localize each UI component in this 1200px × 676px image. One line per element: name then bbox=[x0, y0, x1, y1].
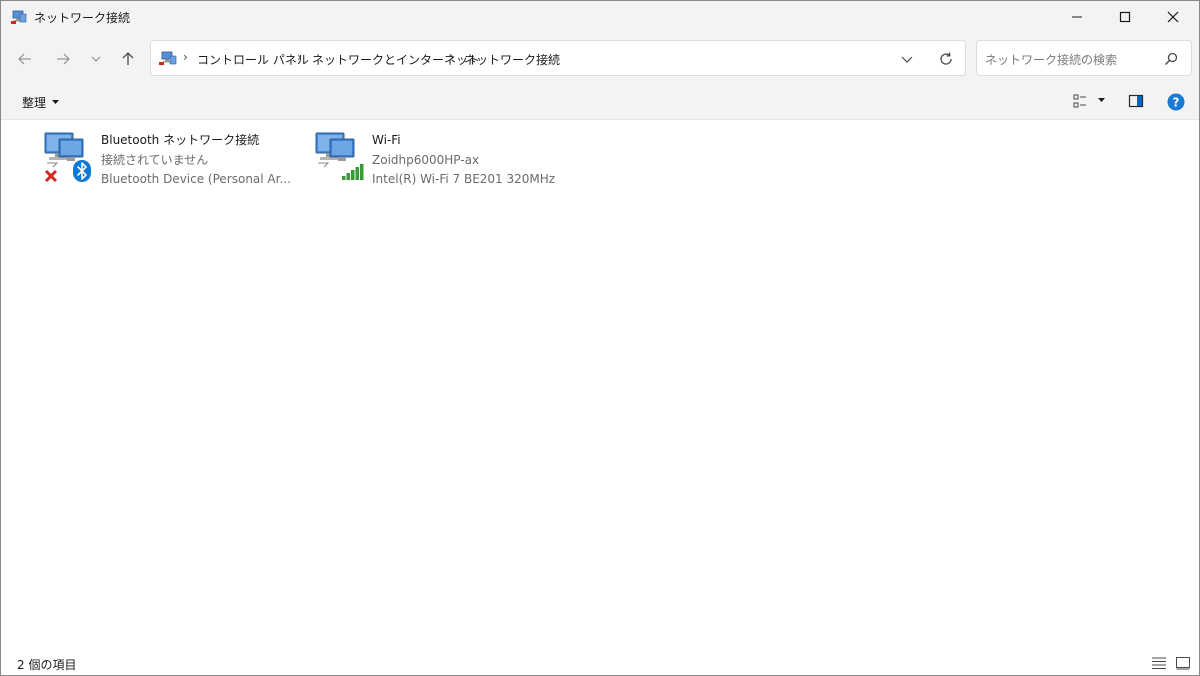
maximize-button[interactable] bbox=[1101, 1, 1149, 33]
arrow-up-icon bbox=[122, 52, 134, 65]
close-button[interactable] bbox=[1149, 1, 1197, 33]
view-options-icon bbox=[1073, 94, 1086, 108]
window-title: ネットワーク接続 bbox=[34, 11, 131, 25]
address-bar[interactable]: › コントロール パネル › ネットワークとインターネット › ネットワーク接続 bbox=[150, 40, 966, 76]
breadcrumb-control-panel[interactable]: コントロール パネル bbox=[197, 51, 309, 68]
wifi-network-icon bbox=[315, 132, 364, 180]
search-box[interactable]: ネットワーク接続の検索 bbox=[976, 40, 1192, 76]
command-bar: 整理 ? bbox=[1, 85, 1199, 120]
change-view-button[interactable] bbox=[1073, 93, 1091, 109]
connection-device: Bluetooth Device (Personal Ar... bbox=[101, 172, 291, 186]
refresh-icon bbox=[940, 52, 952, 65]
list-item-wifi[interactable]: Wi-Fi Zoidhp6000HP-ax Intel(R) Wi-Fi 7 B… bbox=[314, 127, 574, 191]
status-bar: 2 個の項目 bbox=[1, 651, 1199, 675]
search-icon bbox=[1164, 52, 1178, 66]
organize-menu-button[interactable]: 整理 bbox=[22, 94, 60, 111]
close-icon bbox=[1167, 11, 1179, 23]
more-views-button[interactable] bbox=[1098, 98, 1105, 103]
maximize-icon bbox=[1119, 11, 1131, 23]
address-history-button[interactable] bbox=[897, 50, 917, 68]
help-button[interactable]: ? bbox=[1167, 93, 1185, 111]
control-panel-network-icon bbox=[159, 51, 177, 65]
help-icon: ? bbox=[1167, 93, 1185, 111]
bluetooth-network-disconnected-icon bbox=[44, 132, 91, 183]
dropdown-arrow-icon bbox=[1098, 98, 1105, 102]
up-button[interactable] bbox=[116, 47, 140, 71]
recent-locations-button[interactable] bbox=[84, 47, 108, 71]
dropdown-arrow-icon bbox=[52, 100, 60, 104]
minimize-icon bbox=[1072, 16, 1082, 18]
navigation-bar: › コントロール パネル › ネットワークとインターネット › ネットワーク接続… bbox=[1, 33, 1199, 85]
connection-name: Bluetooth ネットワーク接続 bbox=[101, 133, 260, 147]
minimize-button[interactable] bbox=[1053, 1, 1101, 33]
svg-text:?: ? bbox=[1173, 96, 1180, 110]
large-icons-view-icon[interactable] bbox=[1175, 655, 1191, 671]
connection-name: Wi-Fi bbox=[372, 133, 401, 147]
preview-pane-button[interactable] bbox=[1128, 93, 1144, 109]
connection-status: Zoidhp6000HP-ax bbox=[372, 152, 480, 167]
breadcrumb-network-connections[interactable]: ネットワーク接続 bbox=[464, 51, 560, 68]
item-count: 2 個の項目 bbox=[17, 658, 77, 672]
title-bar: ネットワーク接続 bbox=[1, 1, 1199, 33]
arrow-left-icon bbox=[18, 53, 31, 65]
network-folder-icon bbox=[11, 10, 27, 24]
explorer-window: ネットワーク接続 › コントロール パネル › ネットワークとインターネット ›… bbox=[0, 0, 1200, 676]
preview-pane-icon bbox=[1128, 94, 1144, 108]
breadcrumb-separator: › bbox=[450, 50, 455, 64]
breadcrumb-separator: › bbox=[183, 50, 188, 64]
forward-button[interactable] bbox=[51, 47, 75, 71]
chevron-down-icon bbox=[901, 56, 913, 63]
refresh-button[interactable] bbox=[936, 49, 956, 69]
chevron-down-icon bbox=[91, 56, 101, 62]
connection-device: Intel(R) Wi-Fi 7 BE201 320MHz bbox=[372, 172, 556, 186]
details-view-icon[interactable] bbox=[1151, 655, 1167, 671]
search-input[interactable]: ネットワーク接続の検索 bbox=[985, 51, 1117, 68]
arrow-right-icon bbox=[57, 53, 70, 65]
breadcrumb-network-internet[interactable]: ネットワークとインターネット bbox=[312, 51, 480, 68]
back-button[interactable] bbox=[13, 47, 37, 71]
list-item-bluetooth[interactable]: Bluetooth ネットワーク接続 接続されていません Bluetooth D… bbox=[43, 127, 293, 191]
connection-status: 接続されていません bbox=[101, 152, 209, 167]
breadcrumb-separator: › bbox=[297, 50, 302, 64]
organize-label: 整理 bbox=[22, 96, 47, 110]
